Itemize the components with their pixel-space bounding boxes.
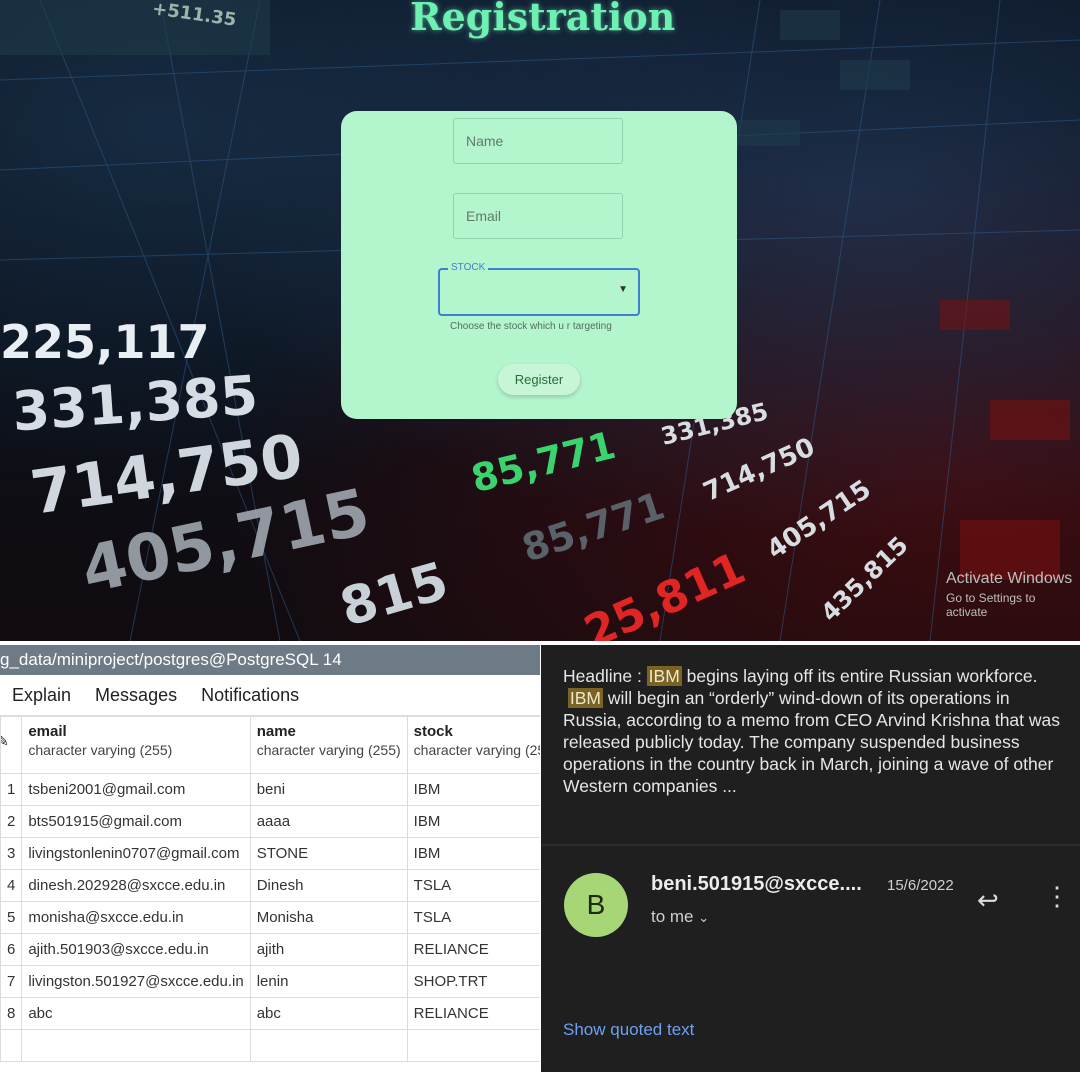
more-options-icon[interactable]: ⋮ xyxy=(1044,883,1070,909)
column-header-email[interactable]: email character varying (255) ✎ xyxy=(21,716,251,774)
caret-down-icon: ▼ xyxy=(618,284,628,295)
cell-name[interactable]: beni xyxy=(249,773,408,806)
column-type: character varying (255) xyxy=(413,742,540,758)
table-row[interactable]: 2 bts501915@gmail.com aaaa IBM xyxy=(0,805,540,838)
highlighted-term: IBM xyxy=(567,688,603,708)
cell-email[interactable]: livingston.501927@sxcce.edu.in xyxy=(21,965,251,998)
email-body: Headline : IBM begins laying off its ent… xyxy=(563,665,1063,797)
tab-explain[interactable]: Explain xyxy=(12,685,71,706)
column-name: stock xyxy=(413,723,453,740)
column-name: email xyxy=(28,723,67,740)
email-view: Headline : IBM begins laying off its ent… xyxy=(541,645,1080,1072)
cell-email[interactable]: monisha@sxcce.edu.in xyxy=(21,901,251,934)
row-number: 7 xyxy=(0,965,23,998)
body-text: will begin an “orderly” wind-down of its… xyxy=(563,688,1061,796)
cell-stock[interactable]: RELIANCE xyxy=(406,997,540,1030)
highlighted-term: IBM xyxy=(646,666,682,686)
table-row[interactable]: 4 dinesh.202928@sxcce.edu.in Dinesh TSLA xyxy=(0,869,540,902)
cell-name[interactable]: ajith xyxy=(249,933,408,966)
cell-email[interactable]: abc xyxy=(21,997,251,1030)
cell-name[interactable]: Monisha xyxy=(249,901,408,934)
tab-messages[interactable]: Messages xyxy=(95,685,177,706)
headline-prefix: Headline : xyxy=(563,666,647,686)
show-quoted-text-link[interactable]: Show quoted text xyxy=(563,1020,694,1040)
cell-stock[interactable]: RELIANCE xyxy=(406,933,540,966)
email-input[interactable] xyxy=(454,194,616,238)
row-number: 6 xyxy=(0,933,23,966)
headline-text: begins laying off its entire Russian wor… xyxy=(681,666,1038,686)
table-row[interactable]: 6 ajith.501903@sxcce.edu.in ajith RELIANCE xyxy=(0,933,540,966)
stock-helper-text: Choose the stock which u r targeting xyxy=(450,321,612,332)
cell-email[interactable]: livingstonlenin0707@gmail.com xyxy=(21,837,251,870)
cell-name[interactable] xyxy=(249,1029,408,1062)
cell-stock[interactable]: TSLA xyxy=(406,869,540,902)
tab-notifications[interactable]: Notifications xyxy=(201,685,299,706)
table-row[interactable]: 8 abc abc RELIANCE xyxy=(0,997,540,1030)
page-title: Registration xyxy=(410,0,676,39)
stock-label: STOCK xyxy=(448,262,489,273)
row-number: 4 xyxy=(0,869,23,902)
cell-stock[interactable]: SHOP.TRT xyxy=(406,965,540,998)
recipient-label: to me xyxy=(651,907,694,926)
stock-select[interactable]: STOCK ▼ xyxy=(438,262,640,316)
cell-stock[interactable]: TSLA xyxy=(406,901,540,934)
row-number: 5 xyxy=(0,901,23,934)
avatar[interactable]: B xyxy=(564,873,628,937)
register-button[interactable]: Register xyxy=(498,364,580,395)
row-number: 2 xyxy=(0,805,23,838)
table-row[interactable]: 7 livingston.501927@sxcce.edu.in lenin SHOP… xyxy=(0,965,540,998)
sender-address[interactable]: beni.501915@sxcce.... xyxy=(651,873,862,896)
watermark-line-1: Activate Windows xyxy=(946,570,1073,587)
column-type: character varying (255) xyxy=(256,742,401,758)
email-date: 15/6/2022 xyxy=(887,877,954,894)
cell-name[interactable]: lenin xyxy=(249,965,408,998)
cell-email[interactable]: bts501915@gmail.com xyxy=(21,805,251,838)
column-type: character varying (255) xyxy=(28,742,173,758)
result-tabs: Explain Messages Notifications xyxy=(0,675,540,716)
cell-email[interactable]: dinesh.202928@sxcce.edu.in xyxy=(21,869,251,902)
table-row[interactable]: 5 monisha@sxcce.edu.in Monisha TSLA xyxy=(0,901,540,934)
chevron-down-icon: ⌄ xyxy=(698,910,710,925)
cell-stock[interactable]: IBM xyxy=(406,773,540,806)
cell-email[interactable] xyxy=(21,1029,251,1062)
table-row-empty[interactable] xyxy=(0,1029,540,1062)
table-header-row: ✎ email character varying (255) ✎ name c… xyxy=(0,716,540,774)
cell-email[interactable]: ajith.501903@sxcce.edu.in xyxy=(21,933,251,966)
cell-name[interactable]: abc xyxy=(249,997,408,1030)
query-title-bar: g_data/miniproject/postgres@PostgreSQL 1… xyxy=(0,645,540,675)
edit-pencil-icon: ✎ xyxy=(2,733,9,750)
cell-name[interactable]: aaaa xyxy=(249,805,408,838)
cell-stock[interactable]: IBM xyxy=(406,837,540,870)
data-output-table: ✎ email character varying (255) ✎ name c… xyxy=(0,716,540,1062)
table-row[interactable]: 3 livingstonlenin0707@gmail.com STONE IBM xyxy=(0,837,540,870)
row-number: 1 xyxy=(0,773,23,806)
name-input[interactable] xyxy=(454,119,616,163)
watermark-line-2: Go to Settings to activate xyxy=(946,591,1036,619)
column-header-stock[interactable]: stock character varying (255) xyxy=(406,716,540,774)
cell-stock[interactable] xyxy=(406,1029,540,1062)
email-field[interactable] xyxy=(453,193,623,239)
row-number: 3 xyxy=(0,837,23,870)
cell-name[interactable]: Dinesh xyxy=(249,869,408,902)
row-number-header: ✎ xyxy=(0,716,23,774)
activate-windows-watermark: Activate Windows Go to Settings to activ… xyxy=(946,570,1080,619)
table-row[interactable]: 1 tsbeni2001@gmail.com beni IBM xyxy=(0,773,540,806)
column-name: name xyxy=(256,723,296,740)
registration-page: +511.35 225,117 331,385 714,750 405,715 … xyxy=(0,0,1080,641)
reply-icon[interactable]: ↩ xyxy=(977,885,999,916)
ticker-number: 225,117 xyxy=(0,315,210,369)
name-field[interactable] xyxy=(453,118,623,164)
cell-email[interactable]: tsbeni2001@gmail.com xyxy=(21,773,251,806)
pgadmin-panel: g_data/miniproject/postgres@PostgreSQL 1… xyxy=(0,645,540,1072)
row-number xyxy=(0,1029,23,1062)
recipient-details-toggle[interactable]: to me ⌄ xyxy=(651,907,709,927)
cell-stock[interactable]: IBM xyxy=(406,805,540,838)
registration-form: STOCK ▼ Choose the stock which u r targe… xyxy=(341,111,737,419)
divider xyxy=(541,844,1080,846)
cell-name[interactable]: STONE xyxy=(249,837,408,870)
column-header-name[interactable]: name character varying (255) ✎ xyxy=(249,716,408,774)
row-number: 8 xyxy=(0,997,23,1030)
